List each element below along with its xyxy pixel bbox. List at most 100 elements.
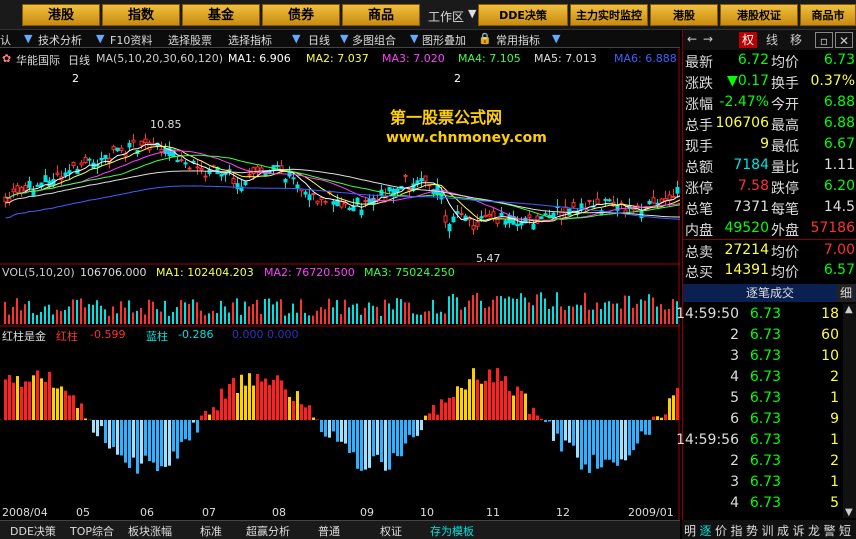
volume-bar — [60, 311, 62, 324]
candle-body — [659, 198, 664, 203]
volume-bar — [172, 311, 174, 324]
indicator-bar — [520, 390, 523, 420]
side-tab[interactable]: 龙 — [808, 522, 820, 539]
side-tab[interactable]: 势 — [746, 522, 758, 539]
nav-button-hk-stocks[interactable]: 港股 — [22, 4, 100, 26]
settings-icon[interactable]: ✿ — [2, 52, 11, 65]
candle-body — [243, 181, 248, 185]
tab-line[interactable]: 线 — [763, 32, 781, 48]
quote-value: -2.47% — [719, 94, 769, 110]
quote-row: 涨停 7.58 跌停 6.20 — [683, 176, 856, 197]
quote-label: 跌停 — [771, 181, 799, 197]
side-tab[interactable]: 诉 — [793, 522, 805, 539]
trade-price: 6.73 — [749, 390, 781, 406]
bottom-tab-warrants[interactable]: 权证 — [380, 523, 402, 539]
toolbar-select-stock[interactable]: 选择股票 — [168, 32, 212, 48]
side-tab[interactable]: 价 — [715, 522, 727, 539]
side-tab[interactable]: 训 — [762, 522, 774, 539]
dropdown-icon[interactable]: ▼ — [24, 32, 32, 45]
scroll-down-icon[interactable]: ▼ — [845, 507, 853, 518]
bottom-tab-analysis[interactable]: 超赢分析 — [246, 523, 290, 539]
indicator-bar — [336, 420, 339, 442]
bottom-tab-dde[interactable]: DDE决策 — [10, 523, 56, 539]
indicator-bar — [80, 403, 83, 420]
side-tab[interactable]: 逐 — [700, 522, 712, 539]
workarea-label[interactable]: 工作区 — [428, 8, 464, 25]
candle-body — [63, 172, 68, 176]
candle-body — [163, 148, 168, 154]
bottom-tab-top[interactable]: TOP综合 — [70, 523, 114, 539]
tab-move[interactable]: 移 — [787, 32, 805, 48]
volume-bar — [616, 303, 618, 324]
indicator-bar — [464, 389, 467, 420]
nav-button-funds[interactable]: 基金 — [182, 4, 260, 26]
nav-button-hk-warrants[interactable]: 港股权证 — [720, 4, 798, 26]
side-tab[interactable]: 警 — [824, 522, 836, 539]
toolbar-item-0[interactable]: 认 — [0, 32, 11, 48]
side-tab[interactable]: 短 — [839, 522, 851, 539]
trade-scrollbar[interactable]: ▲ ▼ — [843, 304, 856, 518]
chart-area[interactable]: ✿ 华能国际 日线 MA(5,10,20,30,60,120) MA1: 6.9… — [0, 48, 684, 520]
volume-bar — [100, 305, 102, 324]
lock-icon[interactable]: 🔒 — [478, 32, 492, 45]
indicator-bar — [48, 371, 51, 420]
nav-button-hk[interactable]: 港股 — [650, 4, 718, 26]
nav-button-commodity-market[interactable]: 商品市 — [800, 4, 856, 26]
toolbar-overlay[interactable]: 图形叠加 — [422, 32, 466, 48]
bottom-tab-normal[interactable]: 普通 — [318, 523, 340, 539]
toolbar-daily[interactable]: 日线 — [308, 32, 330, 48]
detail-button[interactable]: 细 — [837, 284, 855, 302]
nav-button-main-monitor[interactable]: 主力实时监控 — [570, 4, 648, 26]
dropdown-icon[interactable]: ▼ — [292, 32, 300, 45]
volume-bar — [424, 311, 426, 324]
candle-body — [515, 223, 520, 227]
trade-row: 2 6.73 60 — [683, 325, 841, 346]
nav-button-index[interactable]: 指数 — [102, 4, 180, 26]
bottom-tab-save-template[interactable]: 存为模板 — [430, 523, 474, 539]
close-icon[interactable]: ✕ — [835, 32, 853, 48]
toolbar-select-indicator[interactable]: 选择指标 — [228, 32, 272, 48]
workarea-dropdown-icon[interactable]: ▼ — [468, 7, 476, 20]
window-icon[interactable]: ▫ — [815, 32, 833, 48]
toolbar-f10[interactable]: F10资料 — [110, 32, 152, 48]
indicator-bar — [536, 415, 539, 420]
bottom-tab-sector[interactable]: 板块涨幅 — [128, 523, 172, 539]
arrow-left-icon[interactable]: ← — [687, 32, 697, 46]
candle-body — [459, 213, 464, 216]
indicator-bar — [60, 386, 63, 420]
toolbar-technical-analysis[interactable]: 技术分析 — [38, 32, 82, 48]
dropdown-icon[interactable]: ▼ — [340, 32, 348, 45]
arrow-right-icon[interactable]: → — [703, 32, 713, 46]
candle-body — [67, 170, 72, 174]
side-tab[interactable]: 明 — [684, 522, 696, 539]
scroll-up-icon[interactable]: ▲ — [845, 304, 853, 315]
volume-bar — [136, 310, 138, 324]
quote-label: 每笔 — [771, 202, 799, 218]
dropdown-icon[interactable]: ▼ — [410, 32, 418, 45]
chart-toolbar: 认 ▼ 技术分析 ▼ F10资料 选择股票 选择指标 ▼ 日线 ▼ 多图组合 ▼… — [0, 30, 680, 48]
nav-button-commodities[interactable]: 商品 — [342, 4, 420, 26]
side-tab[interactable]: 指 — [731, 522, 743, 539]
candle-body — [231, 177, 236, 185]
quote-label: 最新 — [685, 55, 713, 71]
side-tab[interactable]: 成 — [777, 522, 789, 539]
indicator-bar — [320, 420, 323, 433]
nav-button-dde[interactable]: DDE决策 — [478, 4, 568, 26]
indicator-bar — [660, 417, 663, 420]
dropdown-icon[interactable]: ▼ — [552, 32, 560, 45]
candle-body — [19, 187, 24, 194]
toolbar-common-indicators[interactable]: 常用指标 — [496, 32, 540, 48]
dropdown-icon[interactable]: ▼ — [96, 32, 104, 45]
indicator-bar — [448, 397, 451, 420]
nav-button-bonds[interactable]: 债券 — [262, 4, 340, 26]
indicator-bar — [380, 420, 383, 463]
bottom-tab-standard[interactable]: 标准 — [200, 523, 222, 539]
volume-bar — [168, 315, 170, 324]
tab-rights[interactable]: 权 — [739, 32, 757, 48]
quote-label: 总手 — [685, 118, 713, 134]
indicator-bar — [132, 420, 135, 458]
trade-price: 6.73 — [749, 453, 781, 469]
toolbar-multi-chart[interactable]: 多图组合 — [352, 32, 396, 48]
indicator-bar — [36, 370, 39, 420]
quote-value: 7.00 — [823, 242, 855, 258]
